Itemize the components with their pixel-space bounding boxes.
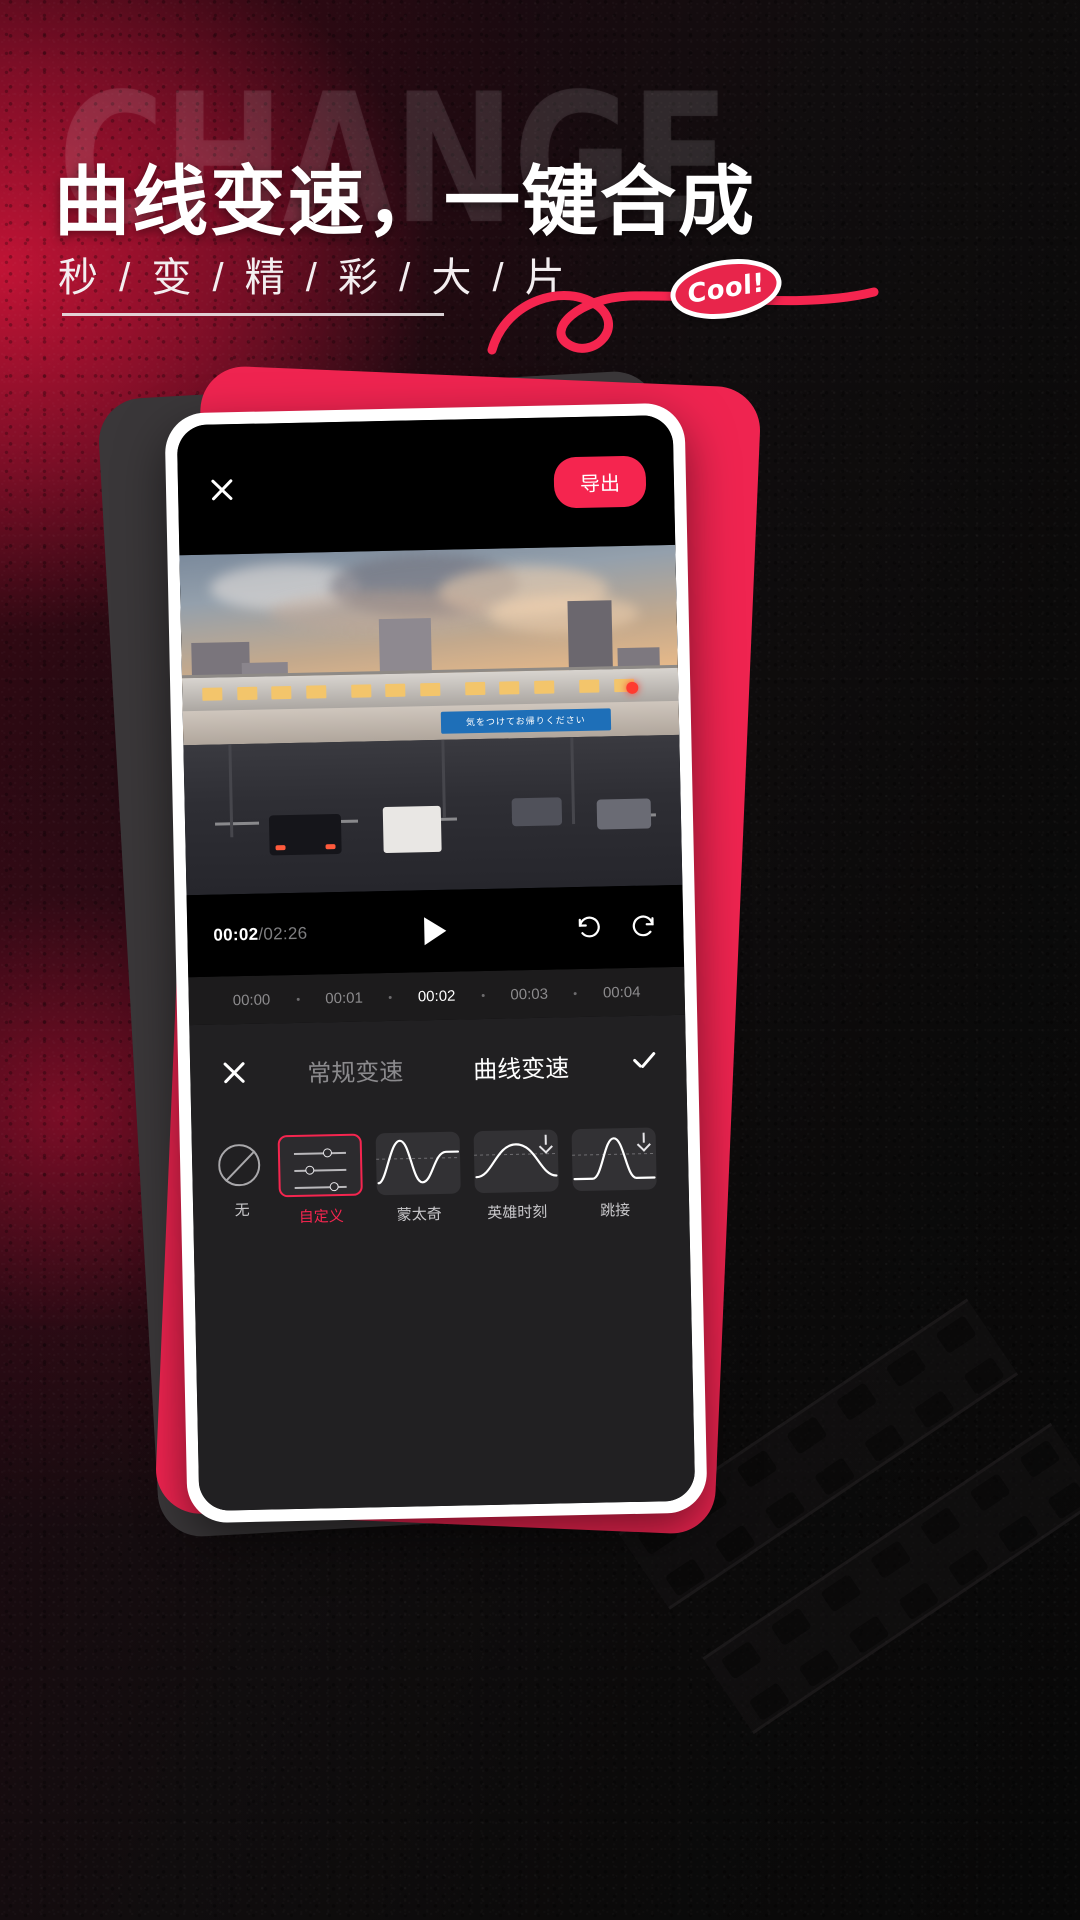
ruler-dot bbox=[296, 997, 300, 1001]
speed-cancel-icon[interactable] bbox=[218, 1056, 251, 1089]
page-title: 曲线变速，一键合成 bbox=[54, 160, 756, 245]
ruler-tick-current: 00:02 bbox=[417, 987, 456, 1005]
player-actions bbox=[575, 912, 658, 942]
app-screen: 导出 気をつけてお帰りください 00:02/02:26 00:00 00:01 … bbox=[176, 414, 696, 1512]
speed-preset-list: 无 自定义 蒙太奇 英雄时刻 跳接 bbox=[191, 1111, 689, 1229]
preset-label: 英雄时刻 bbox=[487, 1203, 548, 1222]
close-icon[interactable] bbox=[206, 473, 239, 506]
custom-sliders-icon bbox=[280, 1136, 361, 1196]
preview-car bbox=[269, 814, 343, 856]
speed-panel: 常规变速 曲线变速 无 自定义 蒙太奇 英雄时刻 跳接 bbox=[189, 1014, 696, 1512]
preview-car bbox=[596, 798, 651, 830]
preset-thumb bbox=[277, 1133, 363, 1198]
download-icon[interactable] bbox=[539, 1135, 552, 1150]
ruler-dot bbox=[388, 995, 392, 999]
montage-curve-icon bbox=[376, 1139, 461, 1185]
cool-badge-label: Cool! bbox=[687, 267, 765, 311]
speed-confirm-icon[interactable] bbox=[628, 1048, 659, 1079]
preset-label: 跳接 bbox=[600, 1201, 631, 1220]
preset-thumb bbox=[473, 1129, 559, 1194]
ruler-tick: 00:04 bbox=[602, 983, 641, 1002]
ruler-dot bbox=[573, 991, 578, 995]
preset-none[interactable]: 无 bbox=[217, 1136, 266, 1221]
current-time: 00:02 bbox=[213, 924, 259, 945]
download-icon[interactable] bbox=[637, 1133, 650, 1148]
title-divider bbox=[62, 313, 444, 316]
preset-thumb bbox=[217, 1143, 265, 1191]
preview-car bbox=[511, 797, 563, 827]
tab-curve-speed[interactable]: 曲线变速 bbox=[473, 1048, 570, 1085]
no-speed-icon bbox=[217, 1143, 261, 1187]
speed-tabs: 常规变速 曲线变速 bbox=[190, 1045, 687, 1090]
preview-van bbox=[383, 806, 443, 854]
preset-thumb bbox=[571, 1127, 657, 1192]
preset-label: 蒙太奇 bbox=[396, 1205, 442, 1224]
total-time: 02:26 bbox=[263, 923, 308, 944]
play-icon[interactable] bbox=[424, 916, 447, 946]
phone-frame: 导出 気をつけてお帰りください 00:02/02:26 00:00 00:01 … bbox=[164, 402, 708, 1524]
preset-hero-moment[interactable]: 英雄时刻 bbox=[473, 1129, 560, 1223]
playback-time: 00:02/02:26 bbox=[213, 924, 307, 946]
ruler-tick: 00:00 bbox=[232, 990, 271, 1009]
ruler-tick: 00:01 bbox=[325, 989, 364, 1007]
preset-label: 自定义 bbox=[298, 1207, 344, 1226]
tab-normal-speed[interactable]: 常规变速 bbox=[307, 1051, 404, 1088]
preview-road bbox=[183, 735, 683, 896]
export-button[interactable]: 导出 bbox=[553, 455, 647, 508]
redo-icon[interactable] bbox=[629, 912, 658, 941]
app-topbar: 导出 bbox=[176, 414, 676, 556]
preset-thumb bbox=[375, 1131, 461, 1196]
phone-mockup-stack: 导出 気をつけてお帰りください 00:02/02:26 00:00 00:01 … bbox=[96, 364, 780, 1570]
preview-sign-text: 気をつけてお帰りください bbox=[440, 708, 612, 735]
video-preview[interactable]: 気をつけてお帰りください bbox=[179, 544, 683, 896]
ruler-tick: 00:03 bbox=[510, 985, 549, 1003]
preset-label: 无 bbox=[234, 1201, 250, 1220]
preset-jumpcut[interactable]: 跳接 bbox=[571, 1127, 658, 1221]
ruler-dot bbox=[481, 993, 485, 997]
swoosh-icon bbox=[487, 287, 879, 355]
cool-decoration: Cool! bbox=[470, 248, 890, 378]
undo-icon[interactable] bbox=[575, 913, 604, 942]
preset-custom[interactable]: 自定义 bbox=[277, 1133, 364, 1228]
speed-panel-header: 常规变速 曲线变速 bbox=[189, 1015, 687, 1121]
player-bar: 00:02/02:26 bbox=[186, 884, 685, 978]
preset-montage[interactable]: 蒙太奇 bbox=[375, 1131, 462, 1226]
